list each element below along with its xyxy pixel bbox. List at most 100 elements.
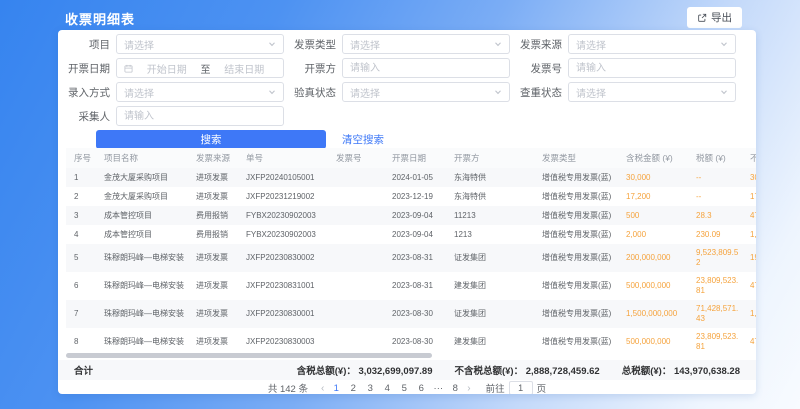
cell-order_no: FYBX20230902003 — [238, 206, 328, 225]
column-header-amount_incl_tax: 含税金额 (¥) — [618, 148, 688, 168]
cell-project: 成本管控项目 — [96, 225, 188, 244]
filter-invoice-type-select[interactable]: 请选择 — [342, 34, 510, 54]
filter-label-issuer: 开票方 — [284, 61, 336, 76]
chevron-down-icon — [720, 40, 728, 48]
filter-field-verify-status: 验真状态请选择 — [284, 82, 510, 102]
cell-project: 金茂大厦采购项目 — [96, 187, 188, 206]
clear-search-link[interactable]: 清空搜索 — [342, 132, 384, 147]
pagination-page-2[interactable]: 2 — [348, 383, 358, 394]
cell-issuer: 东海特供 — [446, 187, 534, 206]
cell-issue_date: 2024-01-05 — [384, 168, 446, 187]
chevron-down-icon — [720, 88, 728, 96]
cell-source: 进项发票 — [188, 300, 238, 328]
filter-label-invoice-no: 发票号 — [510, 61, 562, 76]
summary-items: 含税总额(¥)： 3,032,699,097.89不含税总额(¥)： 2,888… — [297, 363, 740, 377]
cell-tax: 71,428,571.43 — [688, 300, 742, 328]
cell-invoice_no — [328, 328, 384, 356]
date-start-placeholder: 开始日期 — [135, 61, 199, 76]
cell-issue_date: 2023-08-31 — [384, 272, 446, 300]
filter-label-issue-date: 开票日期 — [58, 61, 110, 76]
cell-no: 8 — [66, 328, 96, 356]
pagination-page-6[interactable]: 6 — [416, 383, 426, 394]
filter-invoice-no-input[interactable] — [568, 58, 736, 78]
filter-issue-date-daterange[interactable]: 开始日期至结束日期 — [116, 58, 284, 78]
horizontal-scrollbar-track[interactable] — [66, 353, 748, 358]
cell-source: 进项发票 — [188, 328, 238, 356]
filter-issuer-input[interactable] — [342, 58, 510, 78]
pagination-next-button[interactable]: › — [467, 383, 470, 394]
table-row: 4成本管控项目费用报销FYBX202309020032023-09-041213… — [66, 225, 756, 244]
filter-entry-method-select[interactable]: 请选择 — [116, 82, 284, 102]
cell-source: 费用报销 — [188, 225, 238, 244]
table-row: 5珠穆朗玛峰—电梯安装进项发票JXFP202308300022023-08-31… — [66, 244, 756, 272]
cell-order_no: JXFP20230830002 — [238, 244, 328, 272]
pagination-total: 共 142 条 — [268, 381, 308, 394]
page-goto-input[interactable] — [509, 381, 533, 394]
cell-issuer: 建发集团 — [446, 328, 534, 356]
cell-issue_date: 2023-12-19 — [384, 187, 446, 206]
filter-invoice-source-select[interactable]: 请选择 — [568, 34, 736, 54]
cell-issue_date: 2023-09-04 — [384, 206, 446, 225]
filter-field-issue-date: 开票日期开始日期至结束日期 — [58, 58, 284, 78]
column-header-no: 序号 — [66, 148, 96, 168]
filter-label-invoice-source: 发票来源 — [510, 37, 562, 52]
pagination-page-4[interactable]: 4 — [382, 383, 392, 394]
table-row: 8珠穆朗玛峰—电梯安装进项发票JXFP202308300032023-08-30… — [66, 328, 756, 356]
horizontal-scrollbar-thumb[interactable] — [66, 353, 432, 358]
pagination-page-5[interactable]: 5 — [399, 383, 409, 394]
cell-amount_excl_tax: 30 — [742, 168, 756, 187]
table-row: 6珠穆朗玛峰—电梯安装进项发票JXFP202308310012023-08-31… — [66, 272, 756, 300]
table-row: 3成本管控项目费用报销FYBX202309020032023-09-041121… — [66, 206, 756, 225]
cell-amount_excl_tax: 47 — [742, 272, 756, 300]
filter-project-select[interactable]: 请选择 — [116, 34, 284, 54]
summary-row: 合计 含税总额(¥)： 3,032,699,097.89不含税总额(¥)： 2,… — [58, 360, 756, 380]
cell-issuer: 建发集团 — [446, 272, 534, 300]
pagination-page-3[interactable]: 3 — [365, 383, 375, 394]
chevron-down-icon — [268, 88, 276, 96]
pagination-page-1[interactable]: 1 — [331, 383, 341, 394]
cell-invoice_no — [328, 187, 384, 206]
pagination-page-8[interactable]: 8 — [450, 383, 460, 394]
column-header-issue_date: 开票日期 — [384, 148, 446, 168]
export-label: 导出 — [711, 10, 732, 25]
pagination: 共 142 条‹123456···8›前往页 — [58, 381, 756, 394]
cell-order_no: JXFP20231219002 — [238, 187, 328, 206]
filter-collector-input[interactable] — [116, 106, 284, 126]
pagination-prev-button[interactable]: ‹ — [321, 383, 324, 394]
cell-amount_excl_tax: 1,7 — [742, 225, 756, 244]
cell-no: 4 — [66, 225, 96, 244]
cell-tax: 9,523,809.52 — [688, 244, 742, 272]
cell-no: 5 — [66, 244, 96, 272]
filter-label-collector: 采集人 — [58, 109, 110, 124]
summary-total-label: 合计 — [74, 363, 93, 377]
summary-item-2: 总税额(¥)： 143,970,638.28 — [622, 363, 740, 377]
export-icon — [697, 13, 707, 23]
cell-tax: -- — [688, 187, 742, 206]
table-row: 1金茂大厦采购项目进项发票JXFP202401050012024-01-05东海… — [66, 168, 756, 187]
chevron-down-icon — [268, 40, 276, 48]
cell-amount_incl_tax: 1,500,000,000 — [618, 300, 688, 328]
column-header-tax: 税额 (¥) — [688, 148, 742, 168]
cell-invoice_no — [328, 225, 384, 244]
cell-tax: 23,809,523.81 — [688, 328, 742, 356]
filter-field-issuer: 开票方 — [284, 58, 510, 78]
cell-invoice_no — [328, 168, 384, 187]
cell-amount_excl_tax: 1,4 — [742, 300, 756, 328]
export-button[interactable]: 导出 — [687, 7, 742, 28]
cell-invoice_type: 增值税专用发票(蓝) — [534, 168, 618, 187]
cell-invoice_type: 增值税专用发票(蓝) — [534, 187, 618, 206]
column-header-amount_excl_tax: 不含税金额 (¥) — [742, 148, 756, 168]
filter-form: 项目请选择发票类型请选择发票来源请选择开票日期开始日期至结束日期开票方发票号录入… — [58, 34, 756, 130]
filter-verify-status-select[interactable]: 请选择 — [342, 82, 510, 102]
table-row: 7珠穆朗玛峰—电梯安装进项发票JXFP202308300012023-08-30… — [66, 300, 756, 328]
pagination-goto: 前往页 — [486, 381, 547, 394]
calendar-icon — [124, 64, 133, 73]
cell-amount_incl_tax: 200,000,000 — [618, 244, 688, 272]
cell-no: 2 — [66, 187, 96, 206]
filter-dup-check-status-select[interactable]: 请选择 — [568, 82, 736, 102]
table-header-row: 序号项目名称发票来源单号发票号开票日期开票方发票类型含税金额 (¥)税额 (¥)… — [66, 148, 756, 168]
search-button[interactable]: 搜索 — [96, 130, 326, 149]
cell-source: 进项发票 — [188, 244, 238, 272]
cell-invoice_no — [328, 272, 384, 300]
filter-field-invoice-no: 发票号 — [510, 58, 736, 78]
